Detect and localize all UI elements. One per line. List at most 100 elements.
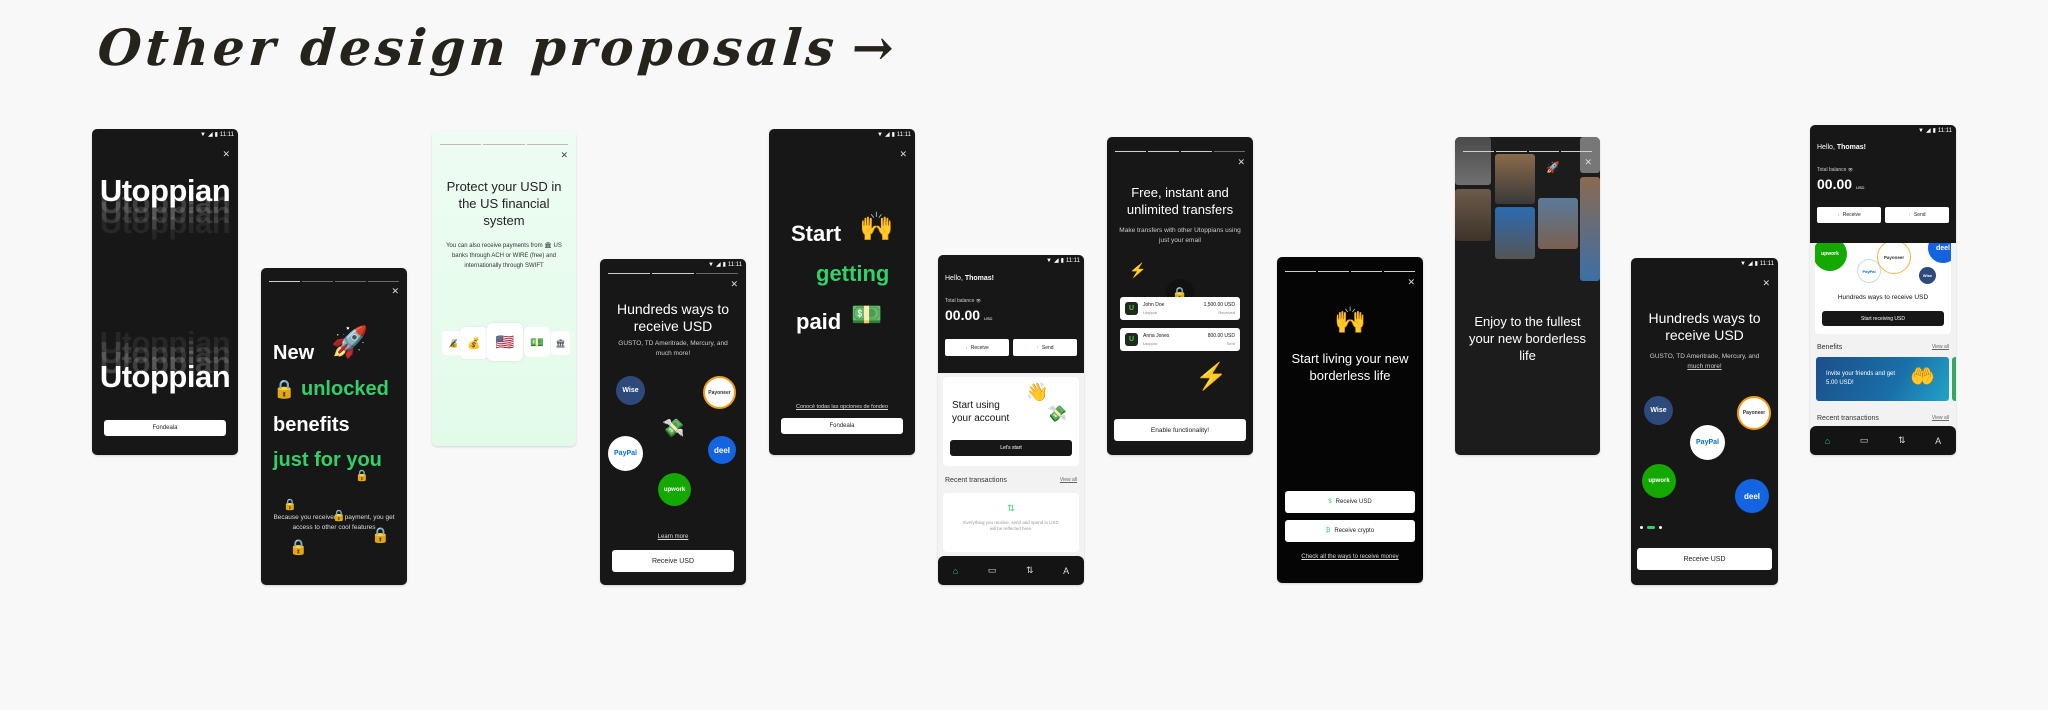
transactions-icon[interactable]: ⇅ bbox=[1898, 435, 1906, 446]
hundreds-title: Hundreds ways to receive USD bbox=[1648, 310, 1761, 343]
story-progress bbox=[1285, 271, 1415, 272]
much-more-link[interactable]: much more! bbox=[1687, 363, 1721, 370]
view-all-link[interactable]: View all bbox=[1932, 344, 1949, 351]
learn-more-link[interactable]: Learn more bbox=[600, 534, 746, 540]
lock-icon: 🔒 bbox=[283, 499, 297, 511]
home-icon[interactable]: ⌂ bbox=[953, 566, 958, 576]
card-icon[interactable]: ▭ bbox=[1860, 435, 1869, 446]
status-bar: ▼ ◢ ▮ 11:11 bbox=[199, 131, 234, 139]
wifi-icon: ▼ bbox=[707, 261, 714, 268]
enable-functionality-button[interactable]: Enable functionality! bbox=[1114, 419, 1246, 441]
arrow-icon: → bbox=[849, 18, 900, 77]
close-icon[interactable]: ✕ bbox=[899, 149, 907, 160]
card-icon[interactable]: ▭ bbox=[988, 565, 997, 576]
battery-icon: ▮ bbox=[214, 132, 218, 138]
flying-money-icon: 💸 bbox=[1047, 406, 1067, 423]
profile-icon[interactable]: A bbox=[1935, 436, 1941, 446]
story-progress bbox=[440, 144, 568, 145]
page-dot-active[interactable] bbox=[1647, 526, 1655, 529]
signal-icon: ◢ bbox=[715, 262, 721, 268]
page-dot[interactable] bbox=[1659, 526, 1662, 529]
lightning-icon: ⚡ bbox=[1195, 361, 1228, 391]
screen-hundreds-ways: ▼ ◢ ▮ 11:11 ✕ Hundreds ways to receive USD … bbox=[600, 259, 746, 585]
recent-header: Recent transactions View all bbox=[1817, 415, 1949, 422]
dollar-icon: $ bbox=[1328, 499, 1332, 505]
profile-icon[interactable]: A bbox=[1063, 566, 1069, 576]
tx-status: Received bbox=[1218, 309, 1235, 315]
lock-icon: 🔒 bbox=[371, 527, 390, 544]
view-all-link[interactable]: View all bbox=[1060, 477, 1077, 484]
fund-button[interactable]: Fondeala bbox=[104, 420, 226, 436]
avatar: U bbox=[1125, 302, 1138, 315]
bottom-nav: ⌂ ▭ ⇅ A bbox=[938, 556, 1084, 585]
start-card-title: Start using your account bbox=[952, 400, 1010, 424]
transactions-icon[interactable]: ⇅ bbox=[1026, 565, 1034, 576]
close-icon[interactable]: ✕ bbox=[1237, 157, 1245, 168]
brand-echo: Utoppian bbox=[99, 205, 231, 240]
transaction-row: U John Doe Utoppia 1,500.00 USD Received bbox=[1120, 297, 1240, 320]
tx-org: Utoppia bbox=[1143, 309, 1157, 315]
empty-transactions: ⇅ Everything you receive, send and spend… bbox=[943, 493, 1079, 552]
receive-button[interactable]: ↓ Receive bbox=[945, 339, 1009, 356]
send-button[interactable]: ↑ Send bbox=[1885, 207, 1949, 223]
status-bar: ▼ ◢ ▮ 11:11 bbox=[707, 261, 742, 269]
wifi-icon: ▼ bbox=[1917, 127, 1924, 134]
lock-icon: 🔏 bbox=[448, 338, 458, 348]
partner-wise: Wise bbox=[616, 376, 645, 405]
eye-icon[interactable]: 👁 bbox=[976, 298, 981, 303]
next-benefit-card[interactable] bbox=[1952, 357, 1956, 401]
photo-tile bbox=[1455, 189, 1491, 241]
home-icon[interactable]: ⌂ bbox=[1825, 436, 1830, 446]
receive-usd-button[interactable]: Receive USD bbox=[612, 550, 734, 572]
start-receiving-button[interactable]: Start receiving USD bbox=[1822, 311, 1944, 326]
headline-start: Start bbox=[791, 221, 842, 246]
tx-name: Anna Jones bbox=[1143, 332, 1170, 339]
partner-upwork: upwork bbox=[658, 473, 691, 506]
signal-icon: ◢ bbox=[1053, 258, 1059, 264]
fund-button[interactable]: Fondeala bbox=[781, 418, 903, 434]
method-card: 💵 bbox=[524, 327, 550, 357]
enjoy-title: Enjoy to the fullest your new borderless… bbox=[1468, 314, 1587, 363]
wifi-icon: ▼ bbox=[1739, 260, 1746, 267]
close-icon[interactable]: ✕ bbox=[560, 150, 568, 161]
send-button[interactable]: ↑ Send bbox=[1013, 339, 1077, 356]
receive-usd-button[interactable]: $ Receive USD bbox=[1285, 491, 1415, 513]
photo-tile bbox=[1495, 207, 1535, 259]
signal-icon: ◢ bbox=[1925, 128, 1931, 134]
waving-hand-icon: 👋 bbox=[1026, 382, 1049, 402]
open-hands-icon: 🤲 bbox=[1910, 366, 1935, 388]
lightning-icon: ⚡ bbox=[1129, 262, 1147, 278]
story-progress bbox=[608, 273, 738, 274]
eye-icon[interactable]: 👁 bbox=[1848, 167, 1853, 172]
check-ways-link[interactable]: Check all the ways to receive money bbox=[1277, 554, 1423, 560]
close-icon[interactable]: ✕ bbox=[222, 149, 230, 160]
funding-options-link[interactable]: Conocé todas las opciones de fondeo bbox=[769, 404, 915, 410]
screen-unlocked-benefits: ✕ New 🚀 🔒 unlocked benefits just for you… bbox=[261, 268, 407, 585]
wifi-icon: ▼ bbox=[199, 131, 206, 138]
lets-start-button[interactable]: Let's start bbox=[950, 440, 1072, 456]
benefits-header: Benefits View all bbox=[1817, 344, 1949, 351]
status-time: 11:11 bbox=[1065, 257, 1080, 264]
bank-icon: 🏛 bbox=[555, 338, 566, 348]
method-card: 💰 bbox=[460, 327, 488, 359]
view-all-link[interactable]: View all bbox=[1932, 415, 1949, 422]
lock-icon: 🔒 bbox=[355, 470, 369, 482]
bottom-nav: ⌂ ▭ ⇅ A bbox=[1810, 426, 1956, 455]
status-bar: ▼ ◢ ▮ 11:11 bbox=[1917, 127, 1952, 135]
close-icon[interactable]: ✕ bbox=[730, 279, 738, 290]
screen-free-transfers: ✕ Free, instant and unlimited transfers … bbox=[1107, 137, 1253, 455]
page-dot[interactable] bbox=[1640, 526, 1643, 529]
close-icon[interactable]: ✕ bbox=[391, 286, 399, 297]
close-icon[interactable]: ✕ bbox=[1762, 278, 1770, 289]
benefit-text: Invite your friends and get 5.00 USD! bbox=[1826, 371, 1896, 386]
transfer-icon: ⇅ bbox=[1007, 503, 1015, 513]
close-icon[interactable]: ✕ bbox=[1407, 277, 1415, 288]
receive-button[interactable]: ↓ Receive bbox=[1817, 207, 1881, 223]
receive-crypto-button[interactable]: ₿ Receive crypto bbox=[1285, 520, 1415, 542]
benefit-card[interactable]: Invite your friends and get 5.00 USD! 🤲 bbox=[1816, 357, 1949, 401]
headline-unlocked: unlocked bbox=[301, 378, 389, 400]
receive-usd-button[interactable]: Receive USD bbox=[1637, 548, 1772, 570]
method-card: 🇺🇸 bbox=[487, 323, 523, 361]
close-icon[interactable]: ✕ bbox=[1584, 157, 1592, 168]
status-time: 11:11 bbox=[727, 261, 742, 268]
